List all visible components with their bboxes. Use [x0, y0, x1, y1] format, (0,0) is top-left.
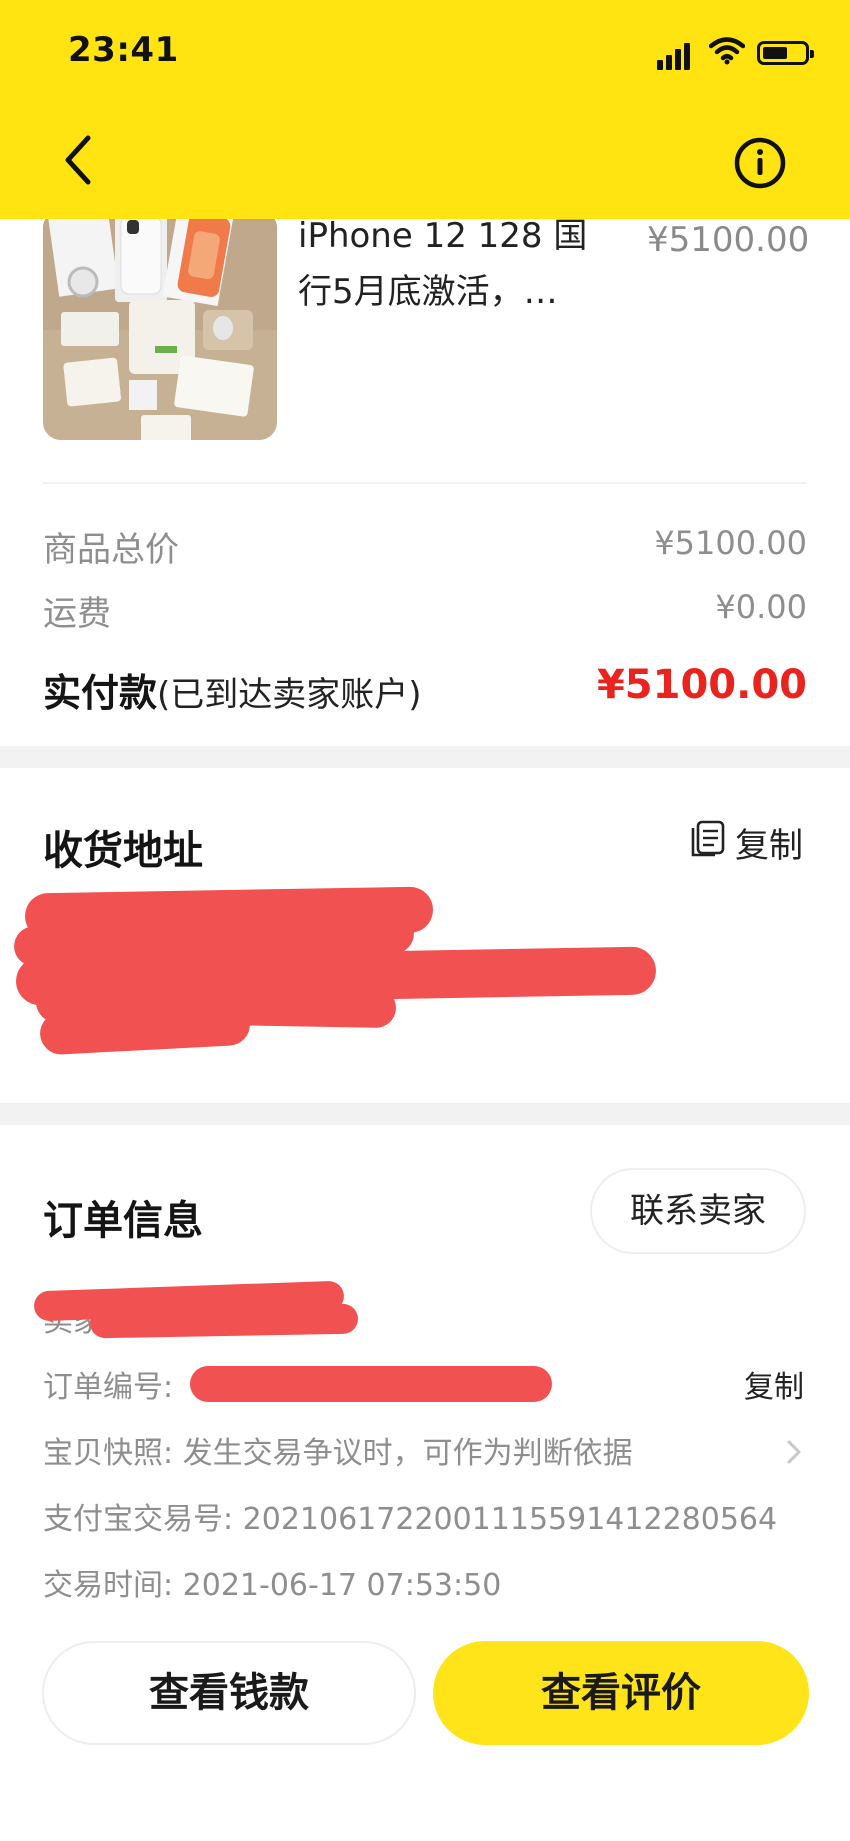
divider — [43, 482, 807, 484]
alipay-value: 2021061722001115591412280564 — [242, 1502, 778, 1537]
subtotal-label: 商品总价 — [43, 530, 179, 570]
order-section-title: 订单信息 — [43, 1198, 203, 1244]
view-money-button[interactable]: 查看钱款 — [42, 1641, 416, 1745]
paid-note: (已到达卖家账户) — [157, 675, 422, 715]
paid-amount-label: 实付款(已到达卖家账户) — [43, 662, 422, 717]
snapshot-row[interactable]: 宝贝快照: 发生交易争议时，可作为判断依据 — [43, 1428, 633, 1472]
paid-amount-value: ¥5100.00 — [596, 662, 807, 708]
section-gap — [0, 746, 850, 768]
trade-time-row: 交易时间: 2021-06-17 07:53:50 — [43, 1560, 501, 1604]
contact-seller-button[interactable]: 联系卖家 — [590, 1168, 806, 1254]
chevron-right-icon[interactable] — [784, 1436, 804, 1468]
address-section-title: 收货地址 — [43, 828, 203, 874]
copy-document-icon — [691, 820, 725, 857]
snapshot-label: 宝贝快照: — [43, 1436, 174, 1471]
product-title[interactable]: iPhone 12 128 国行5月底激活，… — [298, 208, 598, 320]
status-time: 23:41 — [68, 30, 179, 70]
top-header: 23:41 — [0, 0, 850, 219]
alipay-row: 支付宝交易号: 2021061722001115591412280564 — [43, 1494, 777, 1538]
trade-time-value: 2021-06-17 07:53:50 — [182, 1568, 502, 1603]
product-price: ¥5100.00 — [647, 220, 810, 260]
product-image[interactable] — [43, 210, 277, 440]
cellular-signal-icon — [657, 40, 697, 70]
wifi-icon — [709, 37, 745, 65]
redaction-mark — [190, 1366, 552, 1402]
back-icon[interactable] — [58, 130, 98, 190]
paid-label-text: 实付款 — [43, 671, 158, 715]
iphone-box-photo — [43, 210, 277, 440]
redaction-mark — [89, 1303, 359, 1339]
alipay-label: 支付宝交易号: — [43, 1502, 234, 1537]
order-number-label: 订单编号: — [43, 1370, 174, 1405]
shipping-value: ¥0.00 — [715, 588, 807, 626]
subtotal-value: ¥5100.00 — [654, 524, 807, 562]
snapshot-text: 发生交易争议时，可作为判断依据 — [182, 1436, 633, 1471]
info-icon[interactable] — [733, 136, 787, 190]
view-review-button[interactable]: 查看评价 — [433, 1641, 809, 1745]
trade-time-label: 交易时间: — [43, 1568, 174, 1603]
battery-icon — [757, 41, 814, 65]
copy-order-number-button[interactable]: 复制 — [744, 1362, 804, 1406]
copy-address-label: 复制 — [735, 826, 803, 866]
section-gap — [0, 1103, 850, 1125]
shipping-label: 运费 — [43, 594, 111, 634]
